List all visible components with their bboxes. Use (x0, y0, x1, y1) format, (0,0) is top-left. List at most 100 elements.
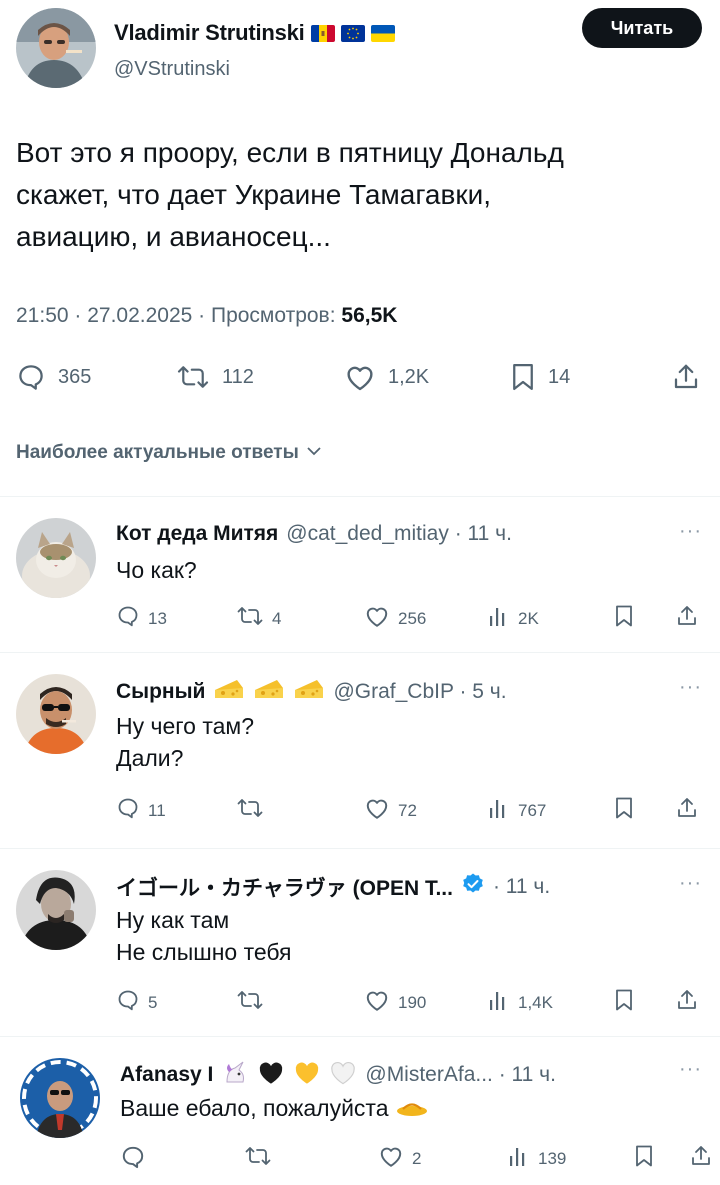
repost-icon (236, 604, 264, 633)
avatar[interactable] (16, 870, 96, 950)
share-button[interactable] (690, 1144, 712, 1173)
like-count: 190 (398, 992, 427, 1012)
reply-author-handle[interactable]: @MisterAfa... · 11 ч. (365, 1063, 556, 1087)
replies-sort-selector[interactable]: Наиболее актуальные ответы (16, 442, 323, 464)
repost-button[interactable] (244, 1144, 280, 1173)
reply-actions: 11 72 767 (116, 796, 706, 826)
reply-button[interactable]: 365 (16, 362, 91, 392)
tweet-text-line: скажет, что дает Украине Тамагавки, (16, 179, 492, 210)
avatar[interactable] (20, 1058, 100, 1138)
reply-author-handle[interactable]: @Graf_CbIP · 5 ч. (333, 680, 506, 704)
views-count: 139 (538, 1148, 567, 1168)
reply-author-name[interactable]: Сырный (116, 680, 205, 704)
views-button[interactable]: 139 (508, 1144, 566, 1173)
reply-author-name[interactable]: Afanasy I (120, 1063, 213, 1087)
views-chart-icon (488, 988, 510, 1017)
more-options-icon[interactable]: ··· (679, 676, 702, 699)
author-name-row: Vladimir Strutinski (114, 20, 395, 46)
reply-header: Кот деда Митяя @cat_ded_mitiay · 11 ч. (116, 522, 512, 546)
author-name[interactable]: Vladimir Strutinski (114, 20, 305, 46)
tweet-timestamp[interactable]: 21:50 · 27.02.2025 · Просмотров: (16, 304, 341, 327)
share-icon (672, 362, 700, 392)
repost-count: 112 (222, 365, 254, 388)
reply-button[interactable]: 13 (116, 604, 167, 633)
reply-icon (116, 604, 140, 633)
reply-button[interactable] (120, 1144, 154, 1175)
views-chart-icon (488, 796, 510, 825)
bookmark-button[interactable] (634, 1144, 654, 1173)
more-options-icon[interactable]: ··· (679, 520, 702, 543)
reply-tweet[interactable]: Afanasy I @MisterAfa... · 11 ч. ··· Ваше… (0, 1036, 720, 1185)
views-count: 1,4K (518, 992, 553, 1012)
more-options-icon[interactable]: ··· (679, 1058, 702, 1081)
main-tweet-header: Vladimir Strutinski @VStrutinski Читать (16, 8, 706, 98)
reply-actions: 2 139 (120, 1144, 710, 1174)
repost-button[interactable] (236, 796, 272, 825)
repost-icon (176, 362, 210, 392)
share-icon (690, 1144, 712, 1173)
reply-button[interactable]: 5 (116, 988, 157, 1017)
more-options-icon[interactable]: ··· (679, 872, 702, 895)
share-icon (676, 604, 698, 633)
tweet-meta: 21:50 · 27.02.2025 · Просмотров: 56,5K (16, 304, 397, 328)
reply-text: Ваше ебало, пожалуйста (120, 1092, 429, 1126)
like-button[interactable]: 72 (364, 796, 417, 825)
share-button[interactable] (676, 796, 698, 825)
reply-count: 365 (58, 365, 92, 388)
avatar[interactable] (16, 674, 96, 754)
repost-button[interactable]: 4 (236, 604, 281, 633)
reply-author-handle[interactable]: · 11 ч. (493, 875, 550, 899)
repost-icon (236, 988, 264, 1017)
author-avatar[interactable] (16, 8, 96, 88)
share-button[interactable] (676, 988, 698, 1017)
bookmark-button[interactable] (614, 604, 634, 633)
like-count: 72 (398, 800, 417, 820)
views-button[interactable]: 1,4K (488, 988, 553, 1017)
bookmark-icon (614, 796, 634, 825)
like-button[interactable]: 190 (364, 988, 426, 1017)
share-button[interactable] (672, 362, 700, 392)
views-button[interactable]: 767 (488, 796, 546, 825)
heart-icon (364, 988, 390, 1017)
reply-header: Afanasy I @MisterAfa... · 11 ч. (120, 1058, 556, 1092)
avatar[interactable] (16, 518, 96, 598)
reply-author-name[interactable]: イゴール・カチャラヴァ (OPEN T... (116, 872, 453, 902)
reply-tweet[interactable]: Кот деда Митяя @cat_ded_mitiay · 11 ч. ·… (0, 496, 720, 652)
bookmark-icon (614, 604, 634, 633)
chevron-down-icon (305, 442, 323, 464)
share-icon (676, 988, 698, 1017)
white-heart-icon (329, 1059, 357, 1091)
bookmark-button[interactable] (614, 988, 634, 1017)
like-button[interactable]: 1,2K (344, 362, 429, 392)
heart-icon (364, 604, 390, 633)
views-button[interactable]: 2K (488, 604, 539, 633)
reply-author-name[interactable]: Кот деда Митяя (116, 522, 278, 546)
like-count: 2 (412, 1148, 422, 1168)
reply-actions: 13 4 256 2K (116, 604, 706, 634)
views-chart-icon (488, 604, 510, 633)
reply-text-line: Ваше ебало, пожалуйста (120, 1092, 429, 1126)
like-button[interactable]: 2 (378, 1144, 421, 1173)
bookmark-button[interactable] (614, 796, 634, 825)
author-handle[interactable]: @VStrutinski (114, 58, 230, 81)
reply-tweet[interactable]: Сырный @Graf_CbIP · 5 ч. ··· Ну чего там… (0, 652, 720, 848)
flip-flop-emoji-icon (395, 1094, 429, 1126)
reply-tweet[interactable]: イゴール・カチャラヴァ (OPEN T... · 11 ч. ··· Ну ка… (0, 848, 720, 1036)
follow-button[interactable]: Читать (582, 8, 702, 48)
reply-text: Ну как там Не слышно тебя (116, 904, 292, 968)
share-button[interactable] (676, 604, 698, 633)
repost-button[interactable] (236, 988, 272, 1017)
tweet-actions: 365 112 1,2K 14 (16, 362, 706, 402)
repost-icon (244, 1144, 272, 1173)
cheese-emoji-icon (213, 676, 245, 708)
black-heart-icon (257, 1059, 285, 1091)
reply-text-line: Чо как? (116, 557, 197, 583)
reply-author-handle[interactable]: @cat_ded_mitiay · 11 ч. (286, 522, 512, 546)
like-button[interactable]: 256 (364, 604, 426, 633)
bookmark-button[interactable]: 14 (510, 362, 570, 392)
repost-count: 4 (272, 608, 282, 628)
eu-flag-icon (340, 24, 365, 42)
reply-button[interactable]: 11 (116, 796, 166, 825)
repost-button[interactable]: 112 (176, 362, 254, 392)
reply-text-line: Дали? (116, 745, 184, 771)
